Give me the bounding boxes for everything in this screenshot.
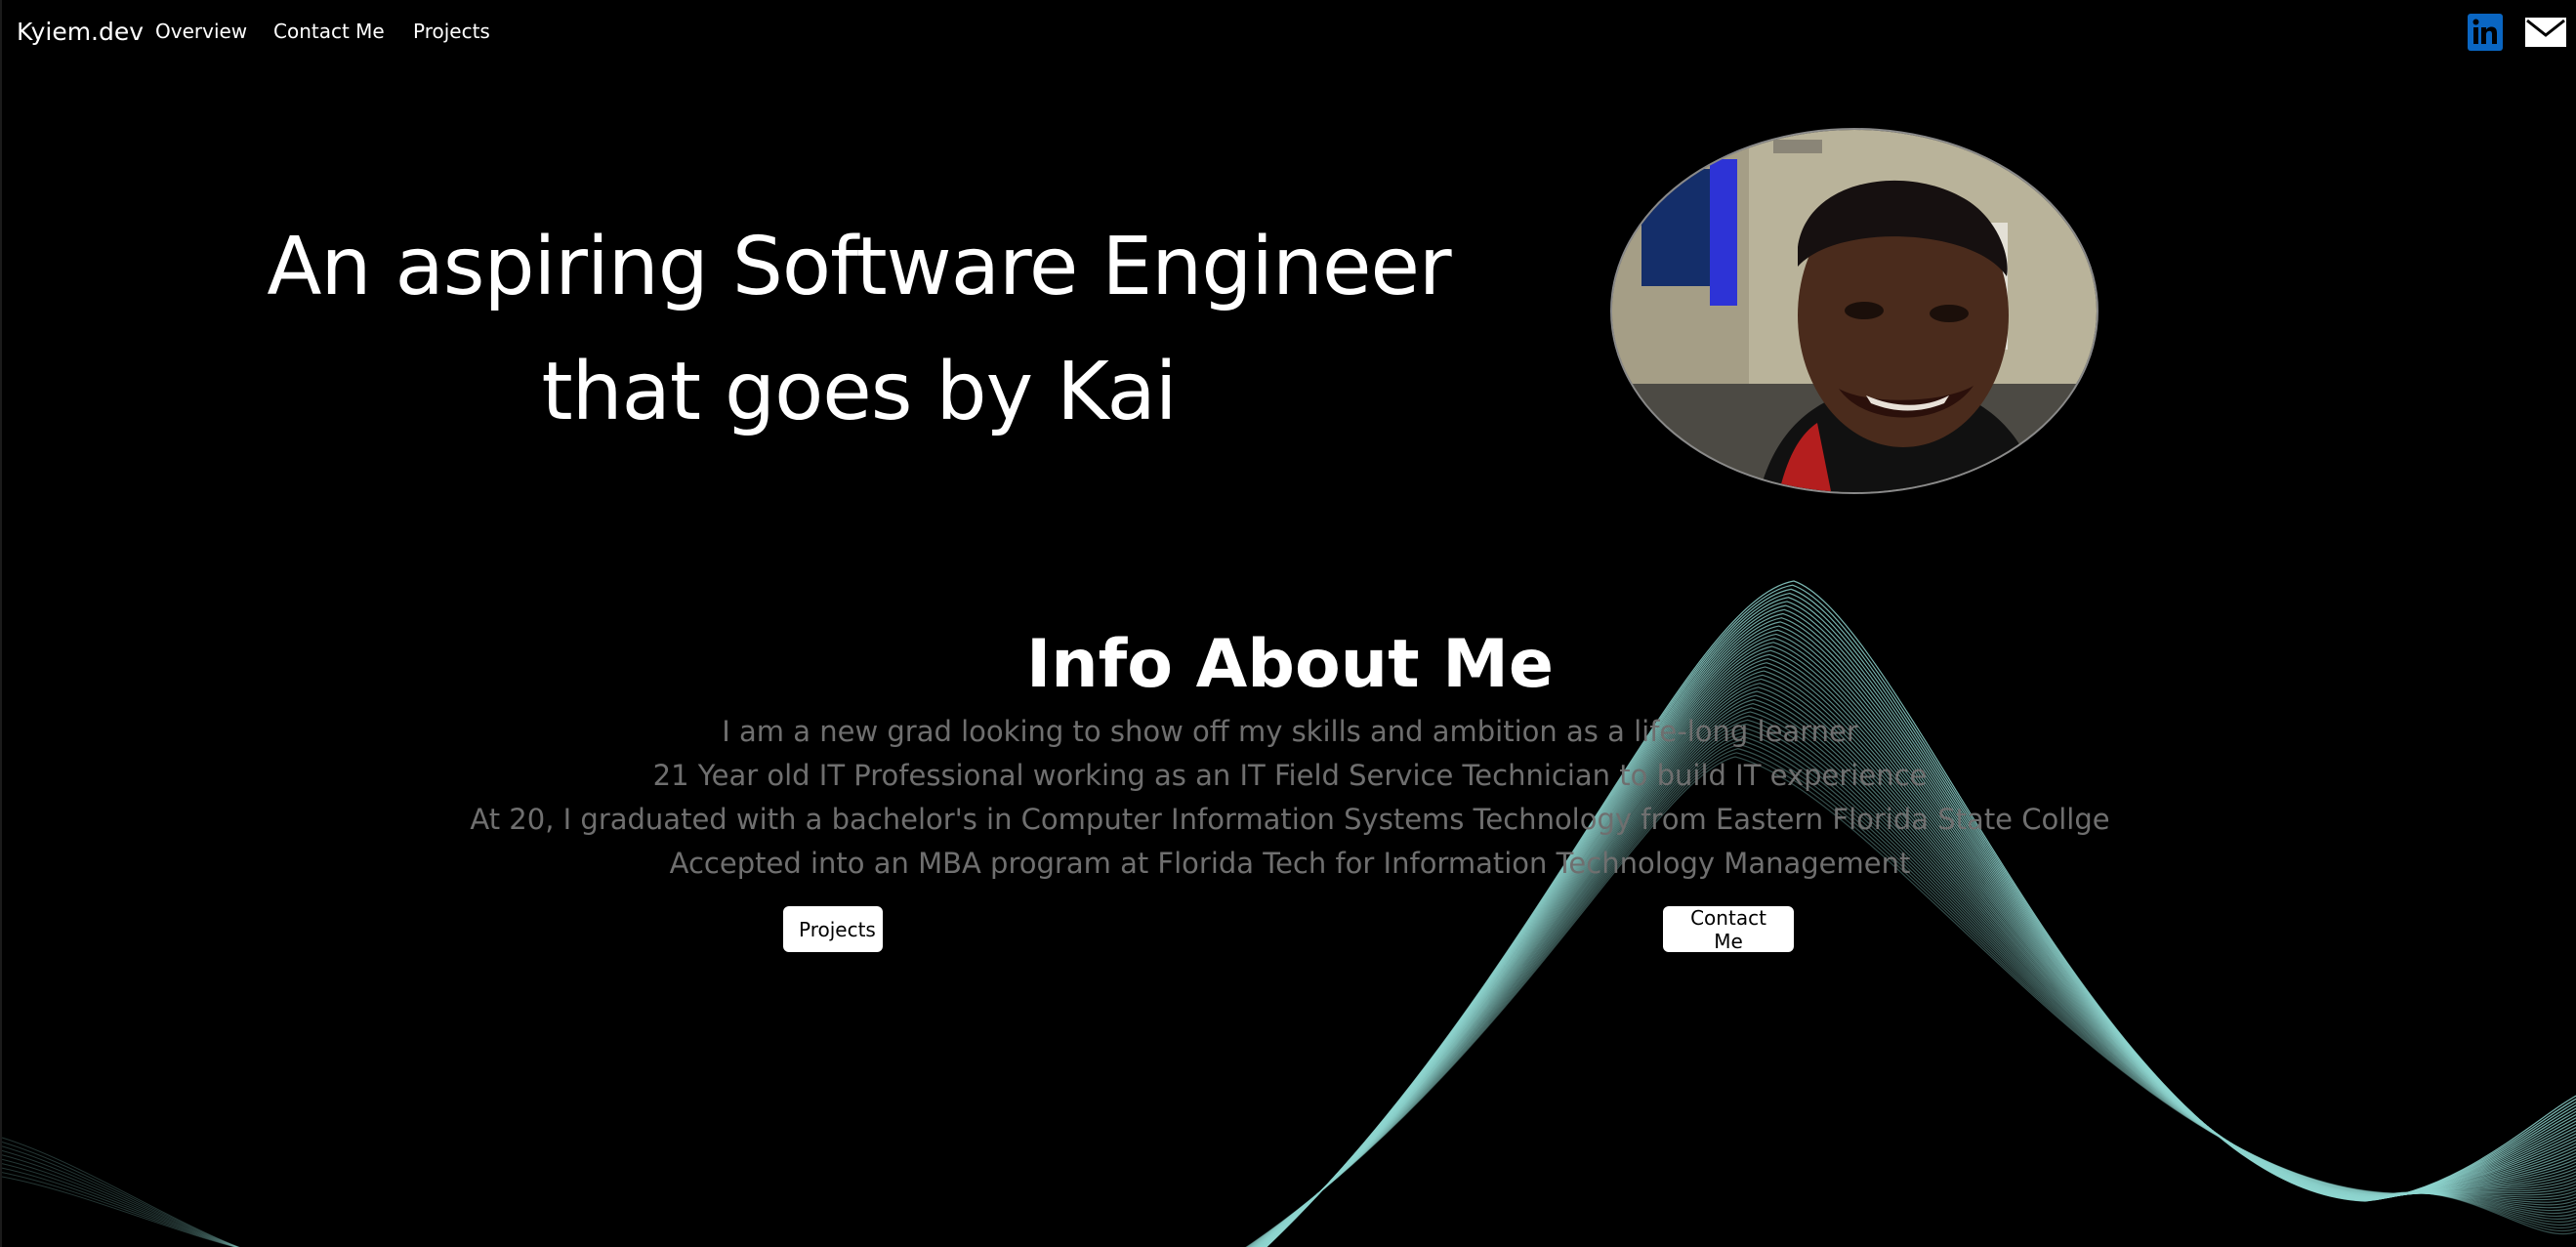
info-line: 21 Year old IT Professional working as a…	[652, 759, 1928, 792]
wave-line	[2, 1141, 240, 1247]
page: Kyiem.dev Overview Contact Me Projects A…	[0, 0, 2576, 1247]
info-list: I am a new grad looking to show off my s…	[2, 710, 2576, 886]
info-line: I am a new grad looking to show off my s…	[722, 715, 1858, 748]
linkedin-icon[interactable]	[2468, 14, 2503, 51]
info-line: Accepted into an MBA program at Florida …	[669, 847, 1911, 880]
info-line: At 20, I graduated with a bachelor's in …	[470, 803, 2110, 836]
contact-me-button[interactable]: Contact Me	[1663, 906, 1794, 953]
nav-link-overview[interactable]: Overview	[155, 20, 247, 43]
wave-line	[2, 1154, 239, 1247]
wave-line	[2, 1137, 240, 1247]
navbar: Kyiem.dev Overview Contact Me Projects	[2, 0, 2576, 64]
wave-line	[2, 1145, 240, 1247]
wave-line	[2, 1158, 239, 1247]
profile-photo	[1610, 128, 2098, 494]
projects-button[interactable]: Projects	[783, 906, 883, 952]
nav-link-contact-me[interactable]: Contact Me	[273, 20, 385, 43]
wave-line	[2, 1149, 239, 1247]
info-title: Info About Me	[1025, 626, 1555, 703]
info-section: Info About Me I am a new grad looking to…	[2, 620, 2576, 886]
mail-icon[interactable]	[2525, 18, 2566, 47]
hero-headline: An aspiring Software Engineer that goes …	[267, 221, 1451, 438]
nav-link-projects[interactable]: Projects	[413, 20, 490, 43]
brand-logo[interactable]: Kyiem.dev	[17, 18, 144, 46]
